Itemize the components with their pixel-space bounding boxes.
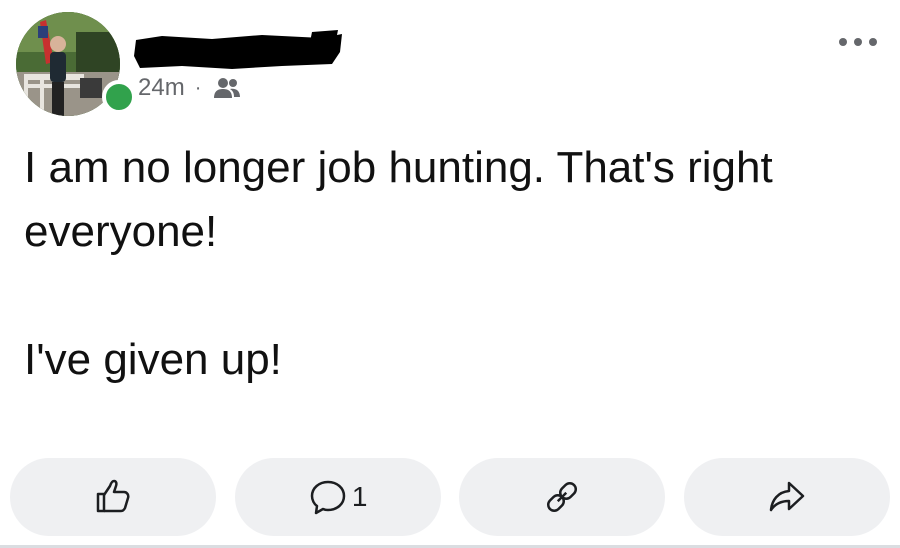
share-button[interactable]	[683, 458, 890, 536]
thumbs-up-icon	[96, 479, 130, 513]
comment-button[interactable]: 1	[234, 458, 441, 536]
friends-icon[interactable]	[213, 77, 241, 99]
like-button[interactable]	[10, 458, 216, 536]
comment-icon	[310, 480, 346, 515]
copy-link-button[interactable]	[459, 458, 666, 536]
link-icon	[547, 481, 578, 513]
post-meta: 24m ·	[138, 74, 241, 102]
post-paragraph-2: I've given up!	[24, 335, 282, 384]
post-paragraph-1: I am no longer job hunting. That's right…	[24, 143, 773, 256]
share-icon	[769, 481, 805, 512]
post-action-bar: 1	[10, 458, 890, 536]
ellipsis-icon	[839, 38, 877, 46]
post-body: I am no longer job hunting. That's right…	[24, 136, 864, 392]
meta-separator: ·	[194, 76, 202, 99]
author-avatar[interactable]	[16, 12, 136, 116]
author-name-redacted	[134, 30, 342, 69]
more-options-button[interactable]	[834, 28, 882, 56]
facebook-post: 24m · I am no longer job hunting. That's…	[0, 0, 900, 548]
comment-count: 1	[351, 481, 368, 512]
online-status-indicator	[102, 80, 136, 114]
timestamp[interactable]: 24m	[138, 74, 185, 102]
